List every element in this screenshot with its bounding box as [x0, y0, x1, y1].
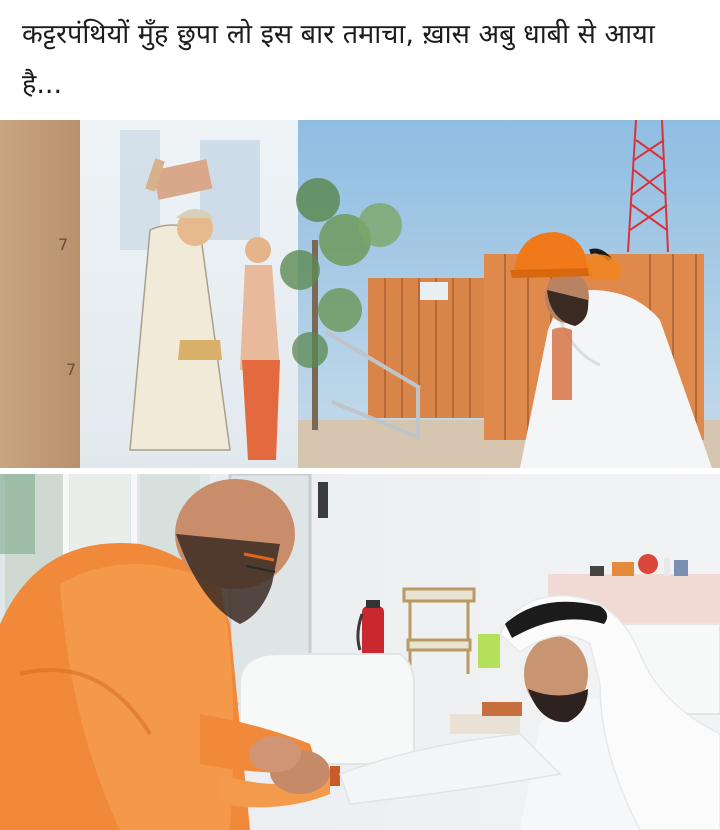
svg-text:7: 7: [58, 235, 68, 254]
temple-construction-visit-photo[interactable]: 7 7: [0, 120, 720, 468]
monk-greeting-photo[interactable]: [0, 474, 720, 830]
green-bin: [478, 634, 500, 668]
plywood-panel: [0, 120, 82, 468]
svg-text:7: 7: [66, 360, 76, 379]
post-caption: कट्टरपंथियों मुँह छुपा लो इस बार तमाचा, …: [22, 19, 655, 100]
